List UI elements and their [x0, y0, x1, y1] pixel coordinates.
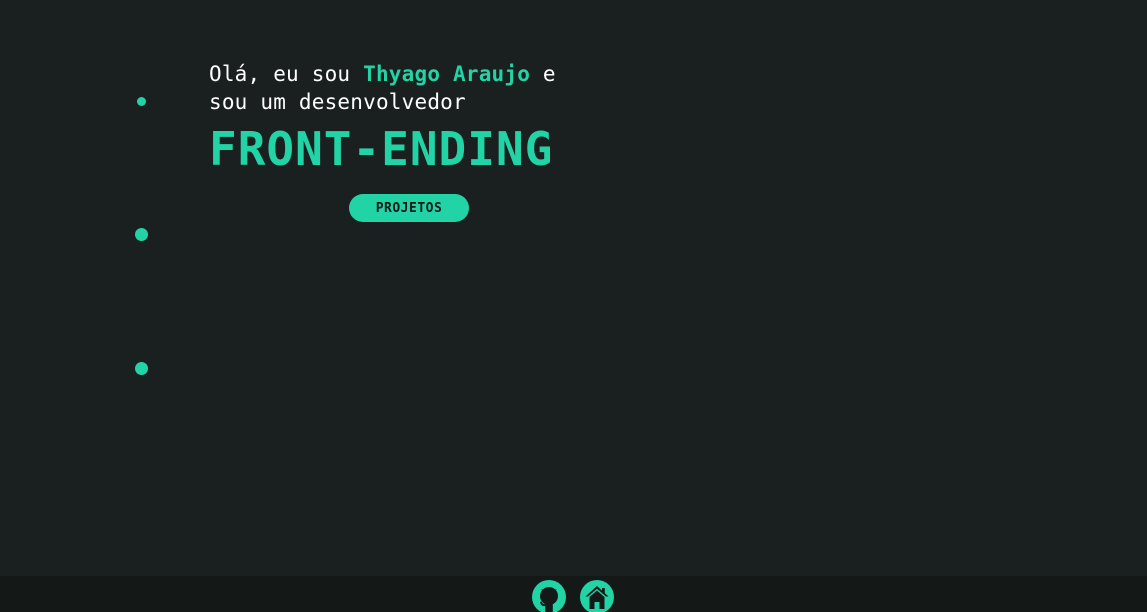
intro-line-2: sou um desenvolvedor	[209, 90, 466, 114]
nav-dot-2[interactable]	[135, 228, 148, 241]
intro-prefix: Olá, eu sou	[209, 62, 364, 86]
projects-button[interactable]: PROJETOS	[349, 194, 469, 222]
author-name: Thyago Araujo	[363, 62, 531, 86]
intro-line-1: Olá, eu sou Thyago Araujo e	[209, 60, 556, 88]
intro-suffix: e	[530, 62, 556, 86]
home-icon[interactable]	[580, 580, 614, 612]
footer	[0, 576, 1147, 612]
github-icon[interactable]	[532, 580, 566, 612]
nav-dot-3[interactable]	[135, 362, 148, 375]
page: Olá, eu sou Thyago Araujo e sou um desen…	[0, 0, 1147, 612]
headline: FRONT-ENDING	[209, 122, 554, 176]
nav-dot-1[interactable]	[137, 97, 146, 106]
intro-text: Olá, eu sou Thyago Araujo e sou um desen…	[209, 60, 556, 116]
